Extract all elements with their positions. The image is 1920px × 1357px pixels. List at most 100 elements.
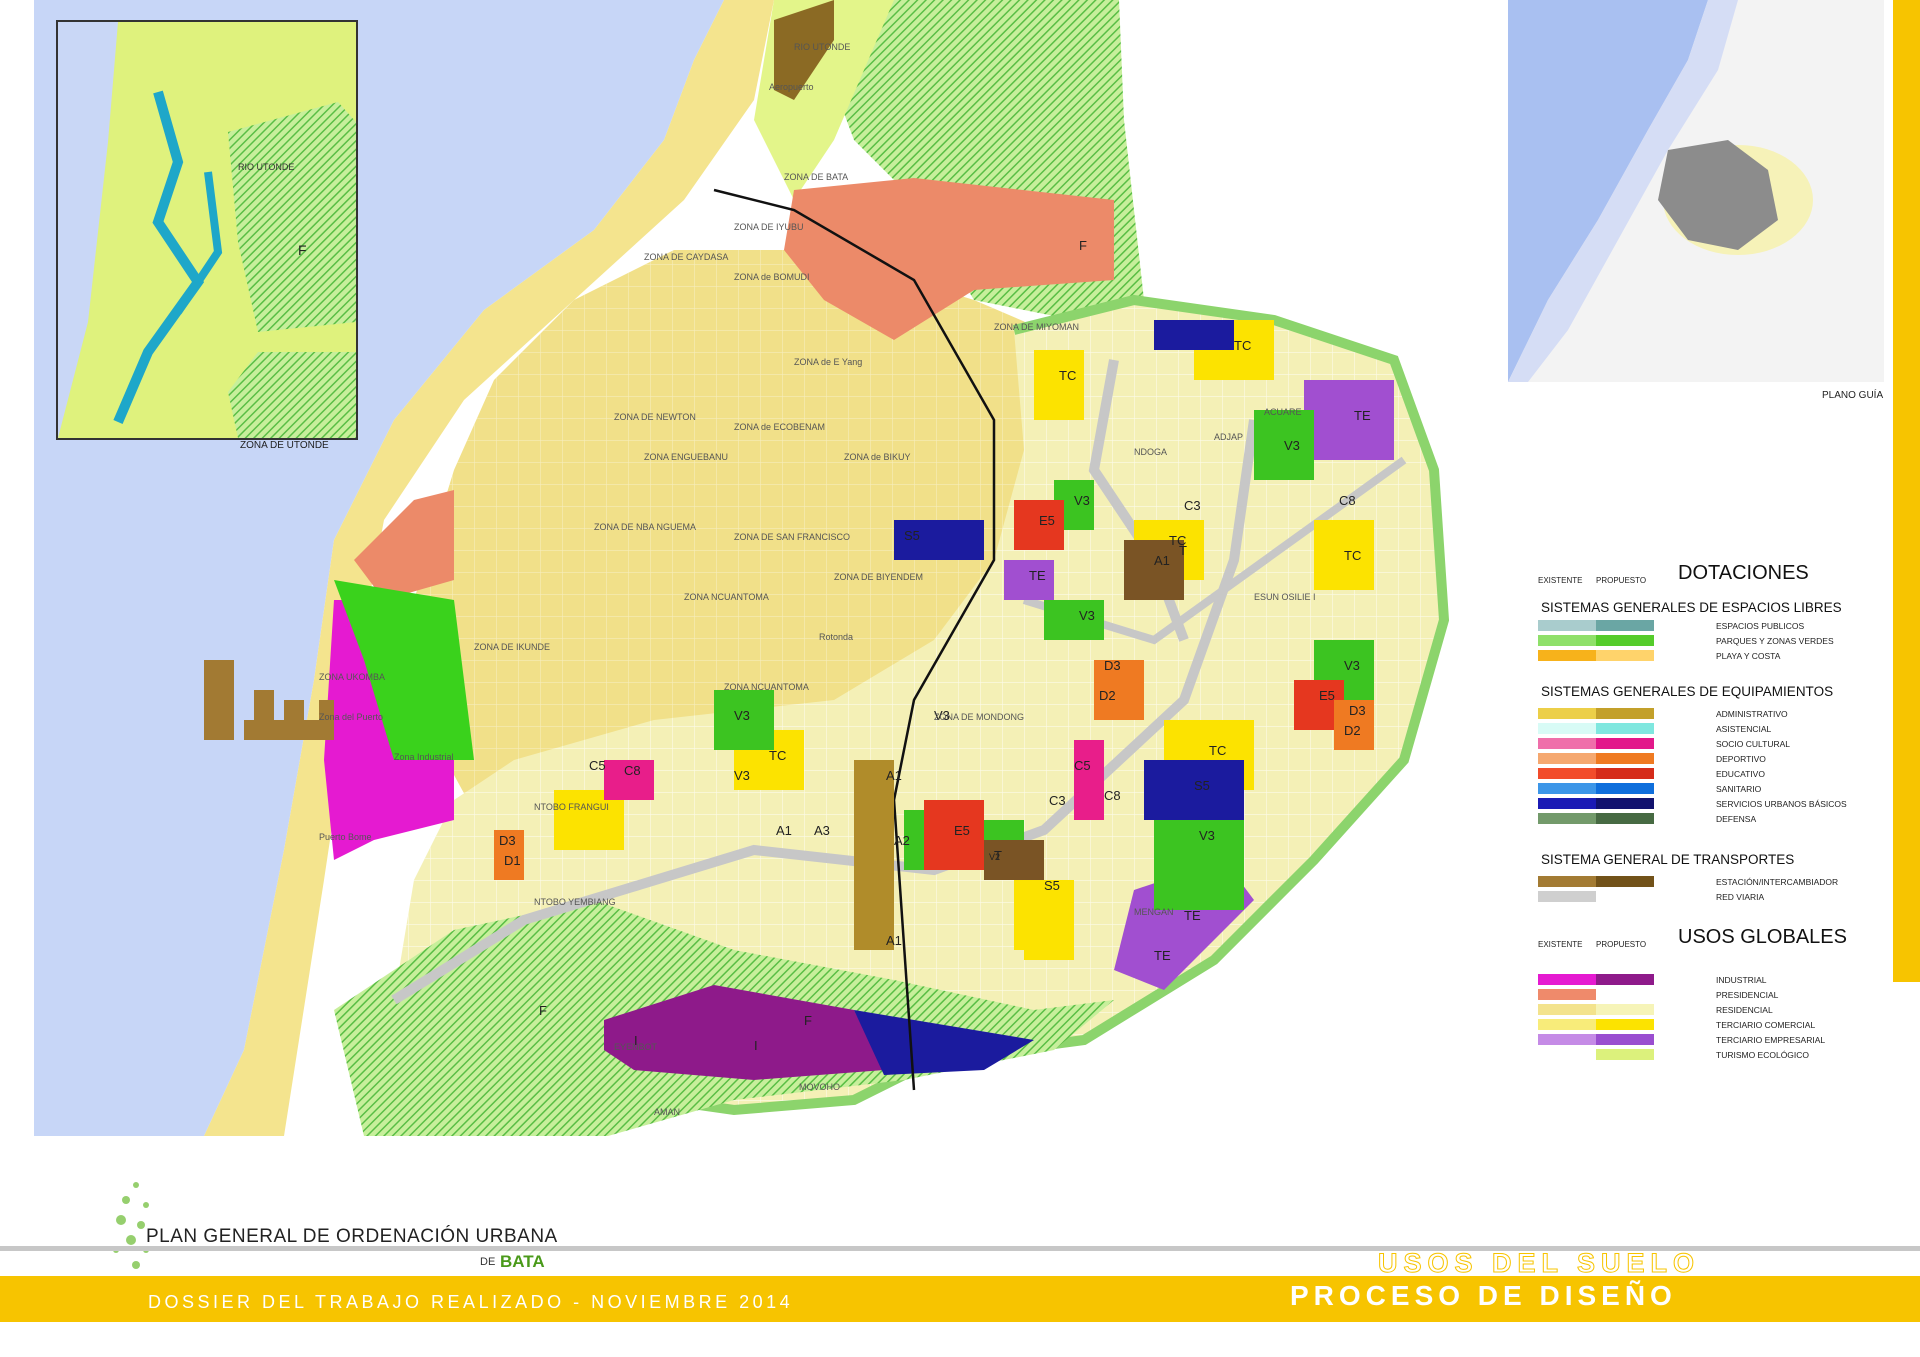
legend-col-existente-usos: EXISTENTE	[1538, 940, 1583, 949]
swatch-socio-cultural-existente	[1538, 738, 1596, 749]
guide-caption: PLANO GUÍA	[1822, 390, 1884, 401]
legend-label-presidencial: PRESIDENCIAL	[1716, 990, 1779, 1000]
swatch-playa-existente	[1538, 650, 1596, 661]
map-code-label: S5	[1194, 778, 1210, 793]
map-zone-label: ZONA de E Yang	[794, 357, 862, 367]
legend-label-deportivo: DEPORTIVO	[1716, 754, 1766, 764]
map-zone-label: ZONA ENGUEBANU	[644, 452, 728, 462]
legend-transportes: ESTACIÓN/INTERCAMBIADOR RED VIARIA	[1538, 876, 1878, 906]
map-code-label: D2	[1099, 688, 1116, 703]
map-code-label: F	[539, 1003, 547, 1018]
map-zone-label: MOVOHO	[799, 1082, 840, 1092]
map-code-label: V3	[1199, 828, 1215, 843]
legend-label-educativo: EDUCATIVO	[1716, 769, 1765, 779]
swatch-administrativo-propuesto	[1596, 708, 1654, 719]
map-code-label: A1	[886, 768, 902, 783]
map-code-label: TC	[1059, 368, 1076, 383]
swatch-parques-existente	[1538, 635, 1596, 646]
plan-title-de: DE	[480, 1256, 496, 1268]
map-zone-label: ZONA DE IKUNDE	[474, 642, 550, 652]
map-code-label: A2	[894, 833, 910, 848]
map-code-label: F	[1079, 238, 1087, 253]
map-zone-label: ZONA DE MIYOMAN	[994, 322, 1079, 332]
legend-label-industrial: INDUSTRIAL	[1716, 975, 1767, 985]
map-code-label: C5	[1074, 758, 1091, 773]
swatch-asistencial-propuesto	[1596, 723, 1654, 734]
map-code-label: A1	[886, 933, 902, 948]
swatch-terciario-empresarial-existente	[1538, 1034, 1596, 1045]
plan-title: PLAN GENERAL DE ORDENACIÓN URBANA	[146, 1226, 558, 1247]
map-zone-label: ZONA DE CAYDASA	[644, 252, 728, 262]
map-zone-label: ZONA DE NEWTON	[614, 412, 696, 422]
map-code-label: S5	[904, 528, 920, 543]
map-code-label: C3	[1184, 498, 1201, 513]
map-zone-label: Zona Industrial	[394, 752, 454, 762]
swatch-deportivo-propuesto	[1596, 753, 1654, 764]
inset-caption: ZONA DE UTONDE	[240, 440, 329, 451]
map-code-label: F	[804, 1013, 812, 1028]
swatch-asistencial-existente	[1538, 723, 1596, 734]
map-zone-label: ZONA NCUANTOMA	[724, 682, 809, 692]
legend-label-turismo-ecologico: TURISMO ECOLÓGICO	[1716, 1050, 1810, 1060]
swatch-industrial-propuesto	[1596, 974, 1654, 985]
map-code-label: E5	[1039, 513, 1055, 528]
legend-label-terciario-empresarial: TERCIARIO EMPRESARIAL	[1716, 1035, 1826, 1045]
dossier-subtitle: DOSSIER DEL TRABAJO REALIZADO - NOVIEMBR…	[148, 1292, 794, 1312]
map-code-label: A1	[1154, 553, 1170, 568]
swatch-playa-propuesto	[1596, 650, 1654, 661]
swatch-presidencial-existente	[1538, 989, 1596, 1000]
map-code-label: D1	[504, 853, 521, 868]
map-code-label: T	[994, 848, 1002, 863]
legend-label-red-viaria: RED VIARIA	[1716, 892, 1765, 902]
plan-title-bata: BATA	[500, 1252, 545, 1271]
swatch-servicios-urbanos-existente	[1538, 798, 1596, 809]
swatch-estacion-existente	[1538, 876, 1596, 887]
swatch-educativo-propuesto	[1596, 768, 1654, 779]
map-zone-label: ZONA DE SAN FRANCISCO	[734, 532, 850, 542]
swatch-residencial-existente	[1538, 1004, 1596, 1015]
map-code-label: TC	[1344, 548, 1361, 563]
legend-espacios-libres-title: SISTEMAS GENERALES DE ESPACIOS LIBRES	[1541, 600, 1842, 615]
map-code-label: D3	[1349, 703, 1366, 718]
map-code-label: I	[754, 1038, 758, 1053]
map-zone-label: RIO UTONDE	[794, 42, 850, 52]
map-code-label: V3	[1079, 608, 1095, 623]
map-zone-label: AMAN	[654, 1107, 680, 1117]
map-zone-label: ZONA DE BIYENDEM	[834, 572, 923, 582]
map-code-label: D3	[1104, 658, 1121, 673]
swatch-defensa-existente	[1538, 813, 1596, 824]
swatch-espacios-publicos-propuesto	[1596, 620, 1654, 631]
legend-label-espacios-publicos: ESPACIOS PUBLICOS	[1716, 621, 1805, 631]
legend-equipamientos-title: SISTEMAS GENERALES DE EQUIPAMIENTOS	[1541, 684, 1834, 699]
legend-equipamientos: ADMINISTRATIVO ASISTENCIAL SOCIO CULTURA…	[1538, 708, 1878, 838]
map-code-label: V3	[1074, 493, 1090, 508]
map-zone-label: Rotonda	[819, 632, 853, 642]
swatch-turismo-ecologico-propuesto	[1596, 1049, 1654, 1060]
swatch-industrial-existente	[1538, 974, 1596, 985]
map-zone-label: EYENBOT	[614, 1042, 658, 1052]
inset-river-label: RIO UTONDE	[238, 162, 295, 172]
legend-col-propuesto: PROPUESTO	[1596, 576, 1647, 585]
map-zone-label: ZONA NCUANTOMA	[684, 592, 769, 602]
map-code-label: A3	[814, 823, 830, 838]
legend-dotaciones-title: DOTACIONES	[1678, 562, 1809, 584]
legend-usos-globales: INDUSTRIAL PRESIDENCIAL RESIDENCIAL TERC…	[1538, 974, 1878, 1064]
map-code-label: V3	[1344, 658, 1360, 673]
map-code-label: V3	[1284, 438, 1300, 453]
inset-map-utonde: RIO UTONDE F	[56, 20, 358, 440]
swatch-sanitario-propuesto	[1596, 783, 1654, 794]
map-code-label: TC	[769, 748, 786, 763]
map-code-label: TE	[1184, 908, 1201, 923]
map-zone-label: ACUARE	[1264, 407, 1302, 417]
map-zone-label: Puerto Bome	[319, 832, 372, 842]
map-zone-label: ZONA UKOMBA	[319, 672, 385, 682]
legend-label-terciario-comercial: TERCIARIO COMERCIAL	[1716, 1020, 1816, 1030]
guide-map	[1508, 0, 1884, 382]
swatch-terciario-comercial-propuesto	[1596, 1019, 1654, 1030]
map-zone-label: Aeropuerto	[769, 82, 814, 92]
side-accent-bar	[1893, 0, 1920, 982]
map-code-label: C5	[589, 758, 606, 773]
map-zone-label: ZONA de ECOBENAM	[734, 422, 825, 432]
legend-label-defensa: DEFENSA	[1716, 814, 1757, 824]
swatch-socio-cultural-propuesto	[1596, 738, 1654, 749]
